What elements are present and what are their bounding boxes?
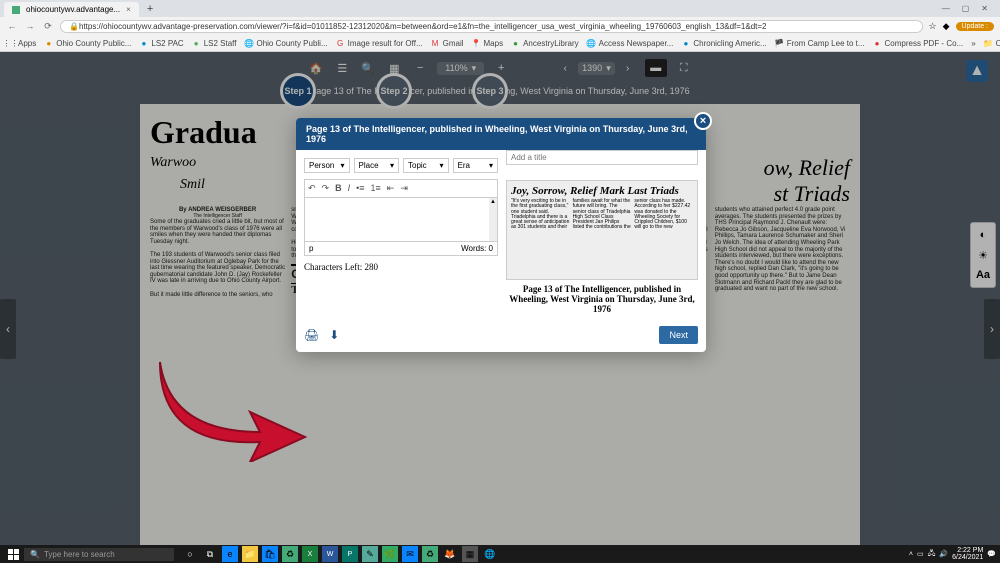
chars-left: Characters Left: 280 bbox=[304, 262, 498, 272]
update-button[interactable]: Update : bbox=[956, 22, 994, 31]
taskbar-search[interactable]: 🔍 Type here to search bbox=[24, 548, 174, 561]
app-icon[interactable]: ▦ bbox=[462, 546, 478, 562]
new-tab-button[interactable]: + bbox=[141, 3, 159, 15]
topic-dropdown[interactable]: Topic▾ bbox=[403, 158, 449, 173]
bookmark-item[interactable]: ●LS2 PAC bbox=[139, 39, 183, 48]
other-bookmarks[interactable]: 📁Other bookmarks bbox=[984, 39, 1000, 48]
outdent-icon[interactable]: ⇤ bbox=[387, 183, 395, 194]
close-window-icon[interactable]: ✕ bbox=[981, 4, 988, 13]
explorer-icon[interactable]: 📁 bbox=[242, 546, 258, 562]
app-icon[interactable]: ♻ bbox=[422, 546, 438, 562]
bookmark-item[interactable]: ●Ohio County Public... bbox=[44, 39, 131, 48]
notifications-icon[interactable]: 💬 bbox=[987, 550, 996, 558]
era-dropdown[interactable]: Era▾ bbox=[453, 158, 499, 173]
next-button[interactable]: Next bbox=[659, 326, 698, 344]
app-icon[interactable]: ✎ bbox=[362, 546, 378, 562]
clip-thumbnail: Joy, Sorrow, Relief Mark Last Triads "It… bbox=[506, 180, 698, 280]
print-icon[interactable]: 🖨 bbox=[304, 328, 319, 342]
clock[interactable]: 2:22 PM 6/24/2021 bbox=[952, 547, 983, 561]
italic-icon[interactable]: I bbox=[348, 183, 351, 194]
word-icon[interactable]: W bbox=[322, 546, 338, 562]
taskview-icon[interactable]: ⧉ bbox=[202, 546, 218, 562]
bullets-icon[interactable]: •≡ bbox=[356, 183, 364, 194]
pub-icon[interactable]: P bbox=[342, 546, 358, 562]
editor-textarea[interactable]: ▲ bbox=[304, 198, 498, 242]
taskbar: 🔍 Type here to search ○ ⧉ e 📁 🛍 ♻ X W P … bbox=[0, 545, 1000, 563]
numbers-icon[interactable]: 1≡ bbox=[371, 183, 381, 194]
app-icon[interactable]: ♻ bbox=[282, 546, 298, 562]
reload-icon[interactable]: ⟳ bbox=[42, 21, 54, 32]
tab-favicon bbox=[12, 6, 20, 14]
start-button[interactable] bbox=[4, 545, 22, 563]
back-icon[interactable]: ← bbox=[6, 21, 18, 31]
chevron-down-icon: ▾ bbox=[439, 161, 443, 170]
bold-icon[interactable]: B bbox=[335, 183, 342, 194]
volume-icon[interactable]: 🔊 bbox=[939, 550, 948, 558]
bookmark-item[interactable]: ●AncestryLibrary bbox=[511, 39, 579, 48]
editor-path: p bbox=[309, 244, 313, 253]
url-input[interactable]: 🔒 https://ohiocountywv.advantage-preserv… bbox=[60, 20, 923, 33]
undo-icon[interactable]: ↶ bbox=[308, 183, 316, 194]
chevron-down-icon: ▾ bbox=[340, 161, 344, 170]
app-icon[interactable]: 🌿 bbox=[382, 546, 398, 562]
bookmark-item[interactable]: 🌐Access Newspaper... bbox=[587, 39, 674, 48]
tray-icon[interactable]: ▭ bbox=[917, 550, 924, 558]
forward-icon[interactable]: → bbox=[24, 21, 36, 31]
bookmarks-overflow[interactable]: » bbox=[971, 39, 975, 48]
editor-toolbar: ↶ ↷ B I •≡ 1≡ ⇤ ⇥ bbox=[304, 179, 498, 198]
bookmark-item[interactable]: ●LS2 Staff bbox=[192, 39, 237, 48]
url-text: https://ohiocountywv.advantage-preservat… bbox=[79, 22, 767, 31]
excel-icon[interactable]: X bbox=[302, 546, 318, 562]
bookmark-item[interactable]: 🏴From Camp Lee to t... bbox=[775, 39, 865, 48]
extension-icon[interactable]: ◆ bbox=[943, 21, 950, 32]
scrollbar[interactable]: ▲ bbox=[489, 198, 497, 241]
mail-icon[interactable]: ✉ bbox=[402, 546, 418, 562]
bookmark-item[interactable]: 📍Maps bbox=[472, 39, 504, 48]
clip-caption: Page 13 of The Intelligencer, published … bbox=[506, 284, 698, 314]
chevron-down-icon: ▾ bbox=[390, 161, 394, 170]
bookmark-apps[interactable]: ⋮⋮Apps bbox=[6, 39, 36, 48]
indent-icon[interactable]: ⇥ bbox=[400, 183, 408, 194]
modal-title: Page 13 of The Intelligencer, published … bbox=[296, 118, 706, 150]
close-tab-icon[interactable]: × bbox=[126, 5, 131, 14]
tray-up-icon[interactable]: ˄ bbox=[909, 551, 913, 558]
chrome-icon[interactable]: 🌐 bbox=[482, 546, 498, 562]
modal-close-button[interactable]: × bbox=[694, 112, 712, 130]
bookmark-item[interactable]: ●Chronicling Americ... bbox=[681, 39, 766, 48]
bookmark-item[interactable]: ●Compress PDF - Co... bbox=[873, 39, 964, 48]
redo-icon[interactable]: ↷ bbox=[322, 183, 330, 194]
bookmark-item[interactable]: 🌐Ohio County Publi... bbox=[244, 39, 327, 48]
person-dropdown[interactable]: Person▾ bbox=[304, 158, 350, 173]
bookmark-item[interactable]: MGmail bbox=[431, 39, 464, 48]
bookmarks-bar: ⋮⋮Apps ●Ohio County Public... ●LS2 PAC ●… bbox=[0, 35, 1000, 52]
network-icon[interactable]: 🖧 bbox=[928, 549, 936, 560]
cortana-icon[interactable]: ○ bbox=[182, 546, 198, 562]
title-input[interactable] bbox=[506, 150, 698, 165]
place-dropdown[interactable]: Place▾ bbox=[354, 158, 400, 173]
app-icon[interactable]: e bbox=[222, 546, 238, 562]
chevron-down-icon: ▾ bbox=[489, 161, 493, 170]
lock-icon: 🔒 bbox=[69, 22, 79, 31]
tab-title: ohiocountywv.advantage... bbox=[26, 5, 120, 14]
store-icon[interactable]: 🛍 bbox=[262, 546, 278, 562]
firefox-icon[interactable]: 🦊 bbox=[442, 546, 458, 562]
word-count: Words: 0 bbox=[461, 244, 493, 253]
bookmark-item[interactable]: GImage result for Off... bbox=[336, 39, 423, 48]
star-icon[interactable]: ☆ bbox=[929, 21, 937, 32]
annotation-arrow-icon bbox=[150, 352, 310, 462]
browser-tab[interactable]: ohiocountywv.advantage... × bbox=[4, 2, 139, 17]
maximize-icon[interactable]: ▢ bbox=[962, 4, 970, 13]
search-icon: 🔍 bbox=[30, 550, 40, 559]
download-icon[interactable]: ⬇ bbox=[329, 328, 339, 342]
minimize-icon[interactable]: — bbox=[942, 4, 950, 13]
clip-modal: Page 13 of The Intelligencer, published … bbox=[296, 118, 706, 352]
